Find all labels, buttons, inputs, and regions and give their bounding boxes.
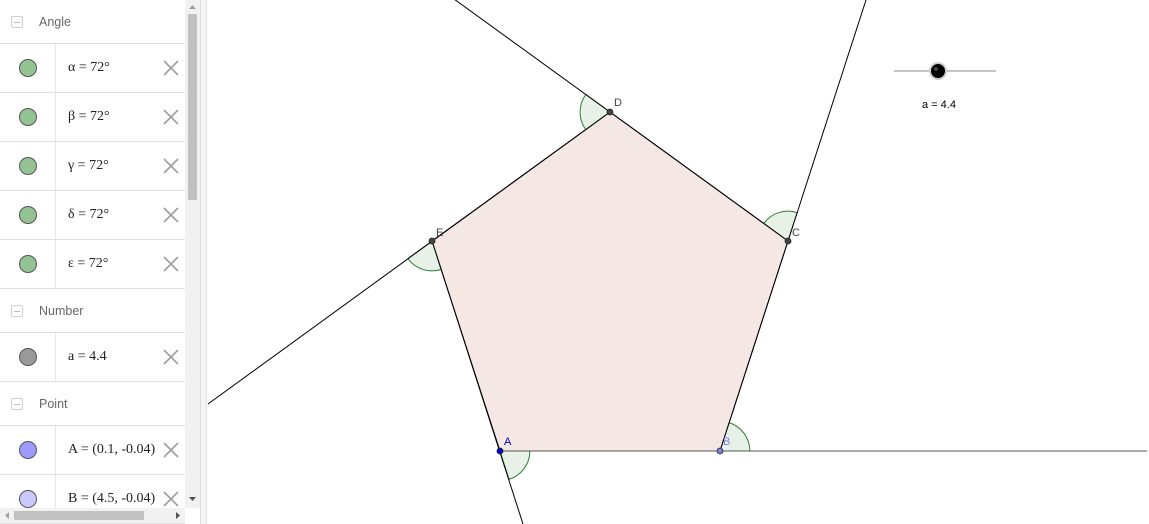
delete-x-icon[interactable] — [161, 156, 181, 176]
slider-knob[interactable] — [929, 62, 947, 80]
algebra-view: Angle α = 72° β = 72° γ = 72° δ = 72° ε … — [0, 0, 200, 524]
group-label: Point — [39, 396, 68, 411]
algebra-item-gamma[interactable]: γ = 72° — [0, 142, 185, 191]
item-definition[interactable]: γ = 72° — [68, 158, 109, 174]
graphics-canvas[interactable]: A B C D E a = 4.4 — [207, 0, 1149, 524]
marble-icon[interactable] — [18, 59, 37, 77]
delete-x-icon[interactable] — [161, 107, 181, 127]
scroll-up-arrow-icon[interactable] — [189, 4, 196, 10]
point-label-E: E — [436, 227, 443, 239]
point-label-D: D — [614, 97, 622, 109]
visibility-toggle[interactable] — [0, 333, 56, 381]
algebra-item-epsilon[interactable]: ε = 72° — [0, 240, 185, 289]
delete-x-icon[interactable] — [161, 489, 181, 509]
algebra-list: Angle α = 72° β = 72° γ = 72° δ = 72° ε … — [0, 0, 185, 524]
item-definition[interactable]: a = 4.4 — [68, 349, 107, 365]
graphics-view[interactable]: A B C D E a = 4.4 — [207, 0, 1149, 524]
point-E[interactable] — [428, 237, 436, 245]
horizontal-scrollbar[interactable] — [0, 508, 185, 523]
view-splitter[interactable] — [200, 0, 207, 524]
item-definition[interactable]: δ = 72° — [68, 207, 109, 223]
point-B[interactable] — [716, 447, 724, 455]
visibility-toggle[interactable] — [0, 142, 56, 190]
group-header-number[interactable]: Number — [0, 289, 185, 333]
visibility-toggle[interactable] — [0, 426, 56, 474]
collapse-minus-icon[interactable] — [11, 304, 23, 317]
marble-icon[interactable] — [18, 255, 37, 273]
visibility-toggle[interactable] — [0, 44, 56, 92]
point-C[interactable] — [784, 237, 792, 245]
item-definition[interactable]: ε = 72° — [68, 256, 108, 272]
point-label-A: A — [504, 436, 512, 448]
delete-x-icon[interactable] — [161, 347, 181, 367]
marble-icon[interactable] — [18, 441, 37, 459]
delete-x-icon[interactable] — [161, 205, 181, 225]
item-definition[interactable]: β = 72° — [68, 109, 110, 125]
marble-icon[interactable] — [18, 206, 37, 224]
pentagon-polygon[interactable] — [431, 111, 789, 452]
point-D[interactable] — [606, 108, 614, 116]
slider-label: a = 4.4 — [922, 99, 956, 111]
group-header-point[interactable]: Point — [0, 382, 185, 426]
point-label-B: B — [723, 436, 730, 448]
slider-knob-highlight — [934, 67, 938, 71]
marble-icon[interactable] — [18, 157, 37, 175]
algebra-item-beta[interactable]: β = 72° — [0, 93, 185, 142]
vertical-scroll-thumb[interactable] — [188, 14, 197, 200]
group-header-angle[interactable]: Angle — [0, 0, 185, 44]
collapse-minus-icon[interactable] — [11, 397, 23, 410]
algebra-item-A[interactable]: A = (0.1, -0.04) — [0, 426, 185, 475]
algebra-item-alpha[interactable]: α = 72° — [0, 44, 185, 93]
algebra-item-a[interactable]: a = 4.4 — [0, 333, 185, 382]
delete-x-icon[interactable] — [161, 58, 181, 78]
point-A[interactable] — [496, 447, 504, 455]
visibility-toggle[interactable] — [0, 240, 56, 288]
algebra-item-delta[interactable]: δ = 72° — [0, 191, 185, 240]
scroll-right-arrow-icon[interactable] — [175, 512, 181, 519]
marble-icon[interactable] — [18, 348, 37, 366]
vertical-scrollbar[interactable] — [185, 0, 200, 508]
scroll-down-arrow-icon[interactable] — [189, 496, 196, 502]
delete-x-icon[interactable] — [161, 440, 181, 460]
point-label-C: C — [792, 227, 800, 239]
marble-icon[interactable] — [18, 108, 37, 126]
delete-x-icon[interactable] — [161, 254, 181, 274]
item-definition[interactable]: α = 72° — [68, 60, 110, 76]
visibility-toggle[interactable] — [0, 93, 56, 141]
scroll-left-arrow-icon[interactable] — [4, 512, 10, 519]
horizontal-scroll-thumb[interactable] — [14, 511, 144, 520]
item-definition[interactable]: A = (0.1, -0.04) — [68, 442, 155, 458]
visibility-toggle[interactable] — [0, 191, 56, 239]
item-definition[interactable]: B = (4.5, -0.04) — [68, 491, 155, 507]
collapse-minus-icon[interactable] — [11, 15, 23, 28]
group-label: Angle — [39, 14, 71, 29]
marble-icon[interactable] — [18, 490, 37, 508]
group-label: Number — [39, 303, 84, 318]
